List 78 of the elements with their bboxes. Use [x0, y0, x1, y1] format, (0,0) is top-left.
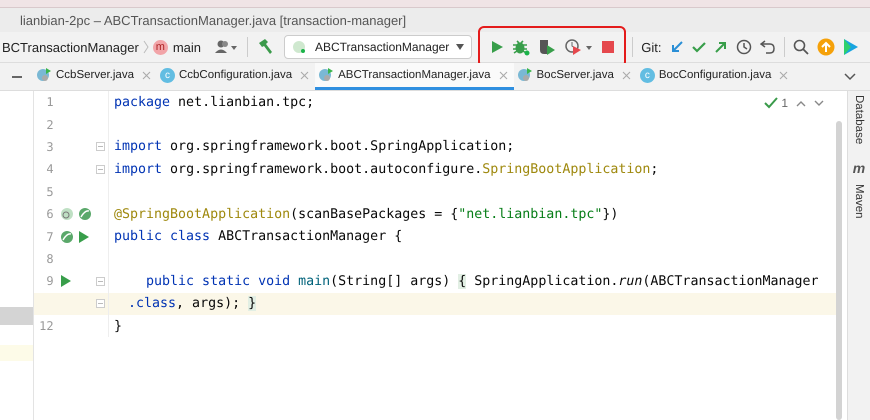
push-arrow-icon[interactable] [714, 40, 728, 54]
line-number: 9 [45, 274, 54, 288]
tab-label: BocConfiguration.java [658, 69, 772, 81]
code-line: public static void main(String[] args) { SpringApplication.run(ABCTransactionManager [145, 274, 819, 289]
git-label: Git: [641, 40, 662, 54]
fold-marker-icon[interactable] [96, 164, 106, 174]
stop-icon[interactable] [602, 41, 614, 53]
line-number: 8 [45, 252, 54, 266]
undo-icon[interactable] [760, 40, 776, 54]
inspection-indicator[interactable]: 1 [764, 96, 788, 110]
breadcrumb-item[interactable]: BCTransactionManager [2, 40, 139, 54]
code-line: import org.springframework.boot.autoconfigure.SpringBootApplication; [114, 162, 658, 177]
spring-class-icon [36, 67, 52, 83]
code-line: } [114, 318, 122, 334]
chevron-down-icon[interactable] [814, 100, 824, 106]
line-number: 6 [45, 207, 54, 222]
close-icon[interactable] [142, 70, 151, 80]
class-icon: c [160, 68, 175, 82]
debug-icon[interactable] [512, 38, 530, 56]
tab-label: CcbConfiguration.java [178, 69, 292, 81]
fold-marker-icon[interactable] [96, 142, 106, 152]
bean-icon[interactable] [78, 207, 92, 222]
chevron-icon [142, 39, 149, 55]
fold-marker-icon[interactable] [96, 299, 106, 308]
close-icon[interactable] [779, 70, 788, 80]
current-line-highlight [0, 345, 33, 361]
run-icon[interactable] [490, 40, 504, 54]
line-number: 7 [45, 230, 54, 244]
code-line: .class, args); } [128, 296, 256, 312]
tab-label: CcbServer.java [56, 69, 134, 81]
window-title: lianbian-2pc – ABCTransactionManager.java [transaction-manager] [20, 12, 406, 28]
scrollbar[interactable] [836, 121, 842, 420]
bean-icon[interactable] [60, 230, 74, 244]
maven-icon: m [852, 160, 866, 176]
run-icon[interactable] [78, 230, 89, 243]
tool-window-button[interactable]: Maven [853, 184, 865, 219]
run-icon[interactable] [60, 275, 71, 288]
app-logo-icon[interactable] [842, 38, 859, 56]
code-line: public class ABCTransactionManager { [114, 229, 402, 244]
editor-tab[interactable]: c CcbConfiguration.java [156, 63, 316, 90]
editor-tab[interactable]: BocServer.java [514, 63, 637, 90]
update-arrow-icon[interactable] [670, 40, 684, 54]
line-number: 12 [38, 319, 54, 334]
class-icon: c [640, 68, 655, 82]
run-configuration-dropdown[interactable]: ABCTransactionManager [284, 35, 472, 59]
editor-tab[interactable]: CcbServer.java [33, 63, 157, 90]
line-number: 4 [45, 162, 54, 176]
method-icon: m [152, 40, 168, 54]
upload-icon[interactable] [816, 38, 835, 56]
bean-search-icon[interactable] [60, 207, 74, 222]
line-number: 2 [45, 118, 54, 132]
hammer-icon[interactable] [256, 38, 274, 56]
profiler-icon[interactable] [564, 38, 594, 56]
tool-window-button[interactable]: Database [853, 95, 865, 144]
editor-tab[interactable]: ABCTransactionManager.java [315, 63, 514, 90]
code-line: import org.springframework.boot.SpringApplication; [114, 139, 514, 154]
chevron-up-icon[interactable] [796, 100, 806, 106]
code-line: package net.lianbian.tpc; [114, 94, 314, 110]
coverage-icon[interactable] [538, 38, 556, 56]
line-number: 1 [45, 95, 54, 110]
tab-label: ABCTransactionManager.java [338, 69, 490, 81]
line-number: 3 [45, 140, 54, 154]
user-dropdown-icon[interactable] [215, 39, 239, 55]
breadcrumb-item[interactable]: main [172, 40, 201, 54]
close-icon[interactable] [498, 70, 508, 80]
caret-icon [455, 43, 466, 51]
editor-tab[interactable]: c BocConfiguration.java [636, 63, 794, 90]
checkmark-icon[interactable] [692, 41, 706, 53]
search-icon[interactable] [792, 39, 809, 55]
tab-label: BocServer.java [536, 69, 614, 81]
close-icon[interactable] [622, 70, 631, 80]
clock-icon[interactable] [736, 39, 752, 55]
line-number: 5 [45, 184, 54, 199]
spring-class-icon [318, 67, 334, 83]
fold-marker-icon[interactable] [96, 276, 106, 286]
close-icon[interactable] [300, 70, 310, 80]
spring-class-icon [516, 67, 532, 83]
code-line: @SpringBootApplication(scanBasePackages = {"net.lianbian.tpc"}) [114, 206, 618, 222]
